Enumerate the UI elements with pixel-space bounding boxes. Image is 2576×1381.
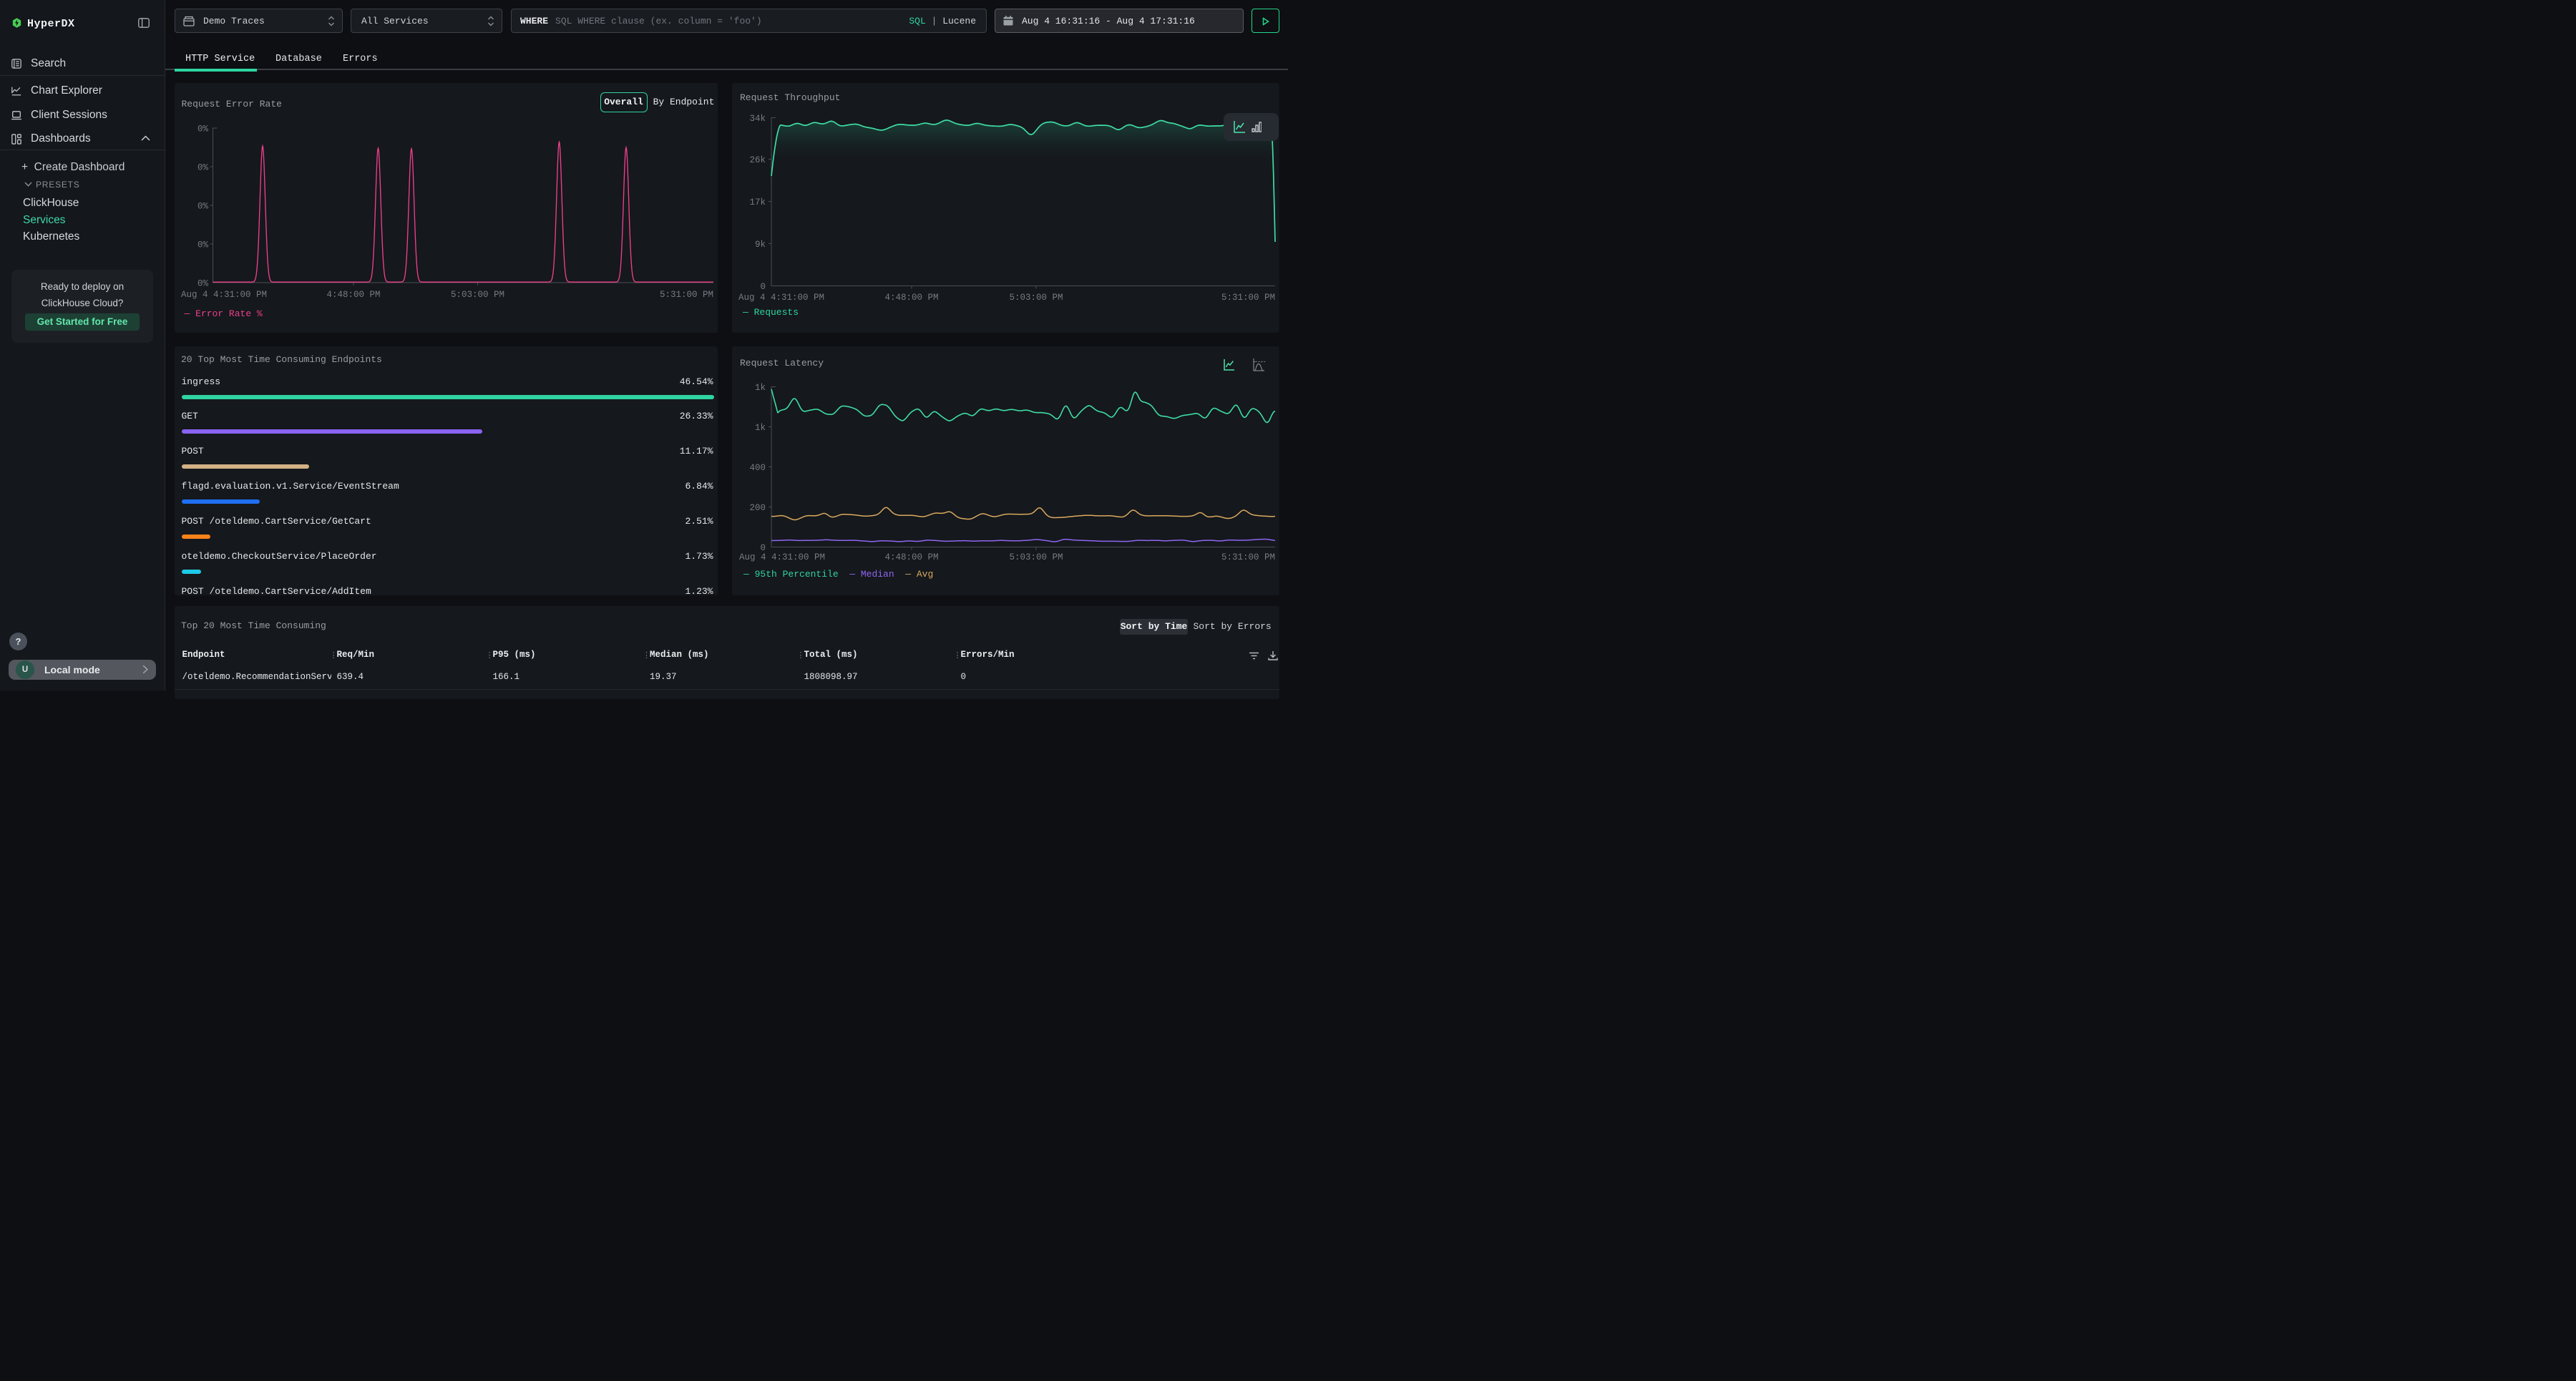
svg-text:26k: 26k — [749, 155, 766, 165]
svg-text:0: 0 — [760, 543, 766, 553]
svg-text:5:31:00 PM: 5:31:00 PM — [1221, 552, 1275, 562]
svg-text:Aug 4 4:31:00 PM: Aug 4 4:31:00 PM — [739, 552, 825, 562]
svg-text:5:03:00 PM: 5:03:00 PM — [1009, 293, 1063, 303]
svg-text:0: 0 — [760, 282, 766, 292]
svg-text:5:03:00 PM: 5:03:00 PM — [450, 290, 504, 300]
svg-text:0%: 0% — [197, 240, 208, 250]
svg-text:5:31:00 PM: 5:31:00 PM — [1221, 293, 1275, 303]
svg-text:0%: 0% — [197, 125, 208, 135]
svg-text:17k: 17k — [749, 197, 766, 208]
svg-text:0%: 0% — [197, 279, 208, 289]
svg-text:400: 400 — [749, 463, 766, 473]
svg-text:4:48:00 PM: 4:48:00 PM — [884, 552, 938, 562]
svg-text:9k: 9k — [755, 240, 766, 250]
svg-text:200: 200 — [749, 503, 766, 513]
svg-text:4:48:00 PM: 4:48:00 PM — [326, 290, 380, 300]
svg-text:1k: 1k — [755, 423, 766, 433]
svg-text:5:03:00 PM: 5:03:00 PM — [1009, 552, 1063, 562]
svg-text:34k: 34k — [749, 114, 766, 124]
svg-text:4:48:00 PM: 4:48:00 PM — [884, 293, 938, 303]
svg-text:5:31:00 PM: 5:31:00 PM — [659, 290, 713, 300]
svg-text:Aug 4 4:31:00 PM: Aug 4 4:31:00 PM — [738, 293, 824, 303]
svg-text:0%: 0% — [197, 202, 208, 212]
svg-text:1k: 1k — [755, 383, 766, 393]
svg-text:0%: 0% — [197, 163, 208, 173]
svg-text:Aug 4 4:31:00 PM: Aug 4 4:31:00 PM — [181, 290, 267, 300]
